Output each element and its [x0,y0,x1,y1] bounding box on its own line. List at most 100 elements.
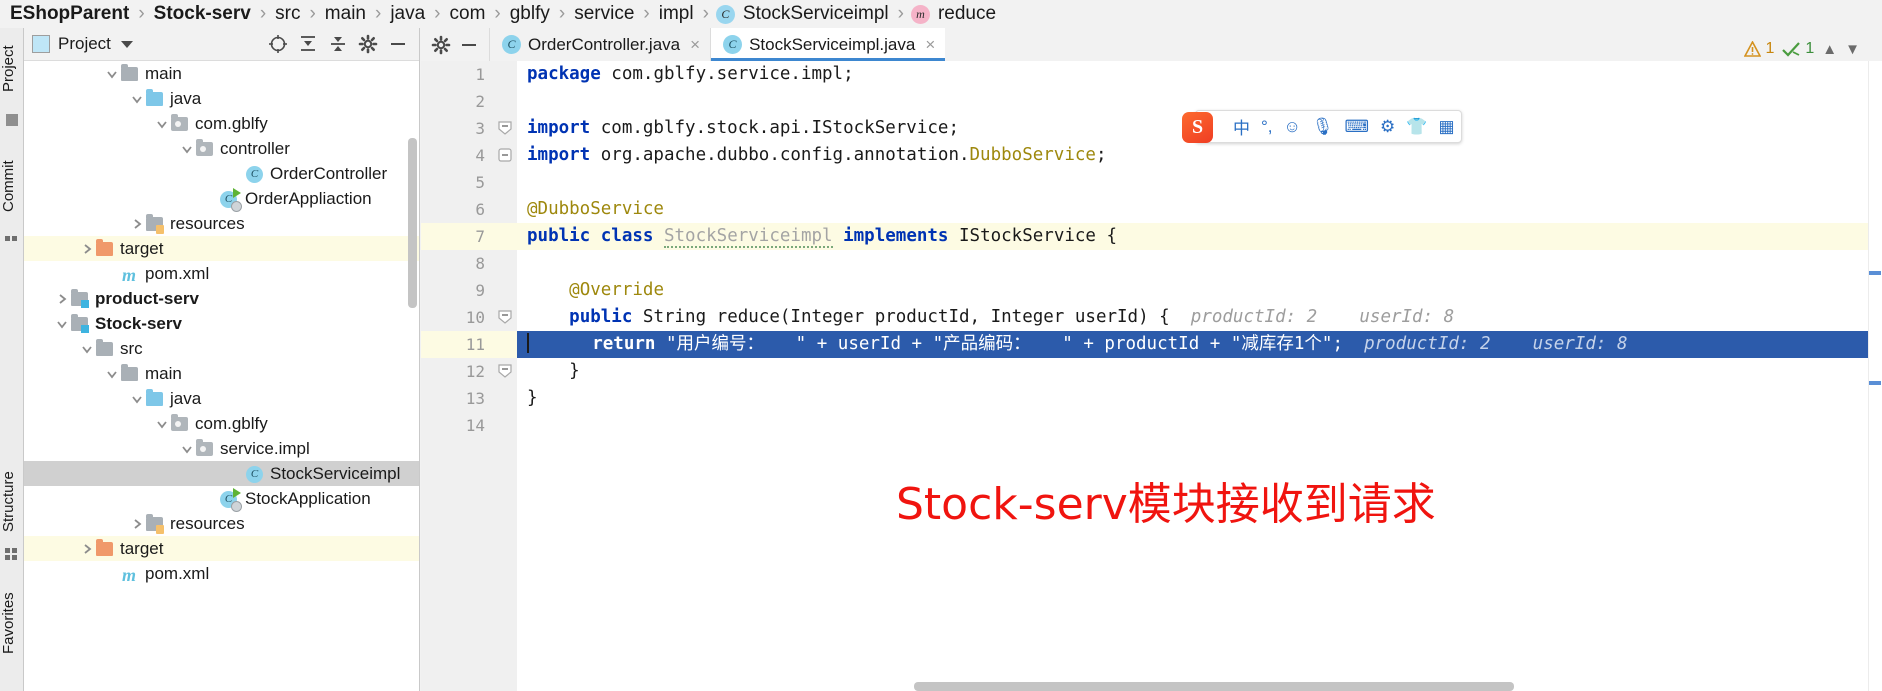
chevron-right-icon[interactable] [79,241,95,257]
gutter-line-8[interactable]: 8 [421,250,493,277]
chevron-down-icon[interactable] [54,316,70,332]
code-line-4[interactable]: import org.apache.dubbo.config.annotatio… [517,142,1882,169]
editor-gutter[interactable]: 12345678910I11121314 [421,61,537,691]
code-line-8[interactable] [517,250,1882,277]
chevron-right-icon[interactable] [54,291,70,307]
tool-window-button-favorites[interactable]: Favorites [0,573,24,673]
chevron-right-icon[interactable] [129,516,145,532]
fold-row-5[interactable] [493,169,517,196]
breadcrumb-item-impl[interactable]: impl [657,3,696,25]
fold-row-10[interactable] [493,304,517,331]
fold-row-11[interactable] [493,331,517,358]
tree-node-resources[interactable]: resources [24,511,419,536]
voice-input-icon[interactable]: 🎙 [1312,117,1334,137]
fold-row-12[interactable] [493,358,517,385]
tree-node-java[interactable]: java [24,86,419,111]
gear-icon[interactable] [355,31,381,57]
tree-node-com-gblfy[interactable]: com.gblfy [24,111,419,136]
editor-horizontal-scrollbar[interactable] [914,682,1514,691]
gutter-line-14[interactable]: 14 [421,412,493,439]
fold-region-icon[interactable] [497,120,513,136]
gutter-line-12[interactable]: 12 [421,358,493,385]
editor-tab-ordercontroller-java[interactable]: C OrderController.java × [489,28,710,61]
inspection-check-icon[interactable]: 1 [1782,40,1814,58]
breadcrumb-item-reduce[interactable]: m reduce [910,3,998,25]
punctuation-icon[interactable]: °, [1261,117,1273,137]
gutter-line-9[interactable]: 9 [421,277,493,304]
fold-row-3[interactable] [493,115,517,142]
gutter-line-3[interactable]: 3 [421,115,493,142]
tool-window-button-commit[interactable]: Commit [0,146,24,226]
fold-collapse-icon[interactable] [497,363,513,379]
apps-icon[interactable]: ▦ [1438,117,1454,137]
gutter-line-6[interactable]: 6 [421,196,493,223]
tree-node-target[interactable]: target [24,536,419,561]
chevron-down-icon[interactable] [154,116,170,132]
editor-marker-gutter[interactable] [1868,61,1882,691]
gutter-line-10[interactable]: 10I [421,304,537,331]
editor-code-column[interactable]: package com.gblfy.service.impl; import c… [517,61,1882,691]
tree-node-com-gblfy[interactable]: com.gblfy [24,411,419,436]
chevron-down-icon[interactable] [179,141,195,157]
warning-triangle-icon[interactable]: 1 [1744,40,1774,58]
hide-panel-icon[interactable] [385,31,411,57]
inspection-widget[interactable]: 1 1 ▲ ▼ [1744,40,1860,58]
fold-row-4[interactable] [493,142,517,169]
chevron-down-icon[interactable]: ▼ [1845,41,1860,58]
editor-tab-stockserviceimpl-java[interactable]: C StockServiceimpl.java × [710,28,946,61]
tree-node-src[interactable]: src [24,336,419,361]
gutter-line-1[interactable]: 1 [421,61,493,88]
editor-fold-column[interactable] [493,61,517,691]
toolbox-icon[interactable]: ⚙ [1380,117,1395,137]
keyboard-icon[interactable]: ⌨ [1344,117,1369,137]
fold-collapse-icon[interactable] [497,309,513,325]
chevron-up-icon[interactable]: ▲ [1822,41,1837,58]
code-line-10[interactable]: public String reduce(Integer productId, … [517,304,1882,331]
close-icon[interactable]: × [690,35,700,55]
gutter-line-7[interactable]: 7 [421,223,493,250]
project-panel-scrollbar[interactable] [408,138,417,308]
breadcrumb-item-src[interactable]: src [273,3,302,25]
chevron-right-icon[interactable] [79,541,95,557]
code-line-7[interactable]: public class StockServiceimpl implements… [517,223,1882,250]
marker-stripe[interactable] [1869,271,1881,275]
emoji-icon[interactable]: ☺ [1284,117,1301,137]
code-editor[interactable]: 12345678910I11121314 package com.gblfy.s… [421,61,1882,691]
project-tree[interactable]: main java com.gblfy controller C OrderControl… [24,61,419,691]
chevron-down-icon[interactable] [129,91,145,107]
expand-all-icon[interactable] [325,31,351,57]
breadcrumb-item-main[interactable]: main [323,3,368,25]
tree-node-service-impl[interactable]: service.impl [24,436,419,461]
chevron-down-icon[interactable] [120,40,133,48]
marker-stripe[interactable] [1869,381,1881,385]
tree-node-stockserviceimpl[interactable]: C StockServiceimpl [24,461,419,486]
code-line-1[interactable]: package com.gblfy.service.impl; [517,61,1882,88]
skin-icon[interactable]: 👕 [1406,117,1427,137]
close-icon[interactable]: × [925,35,935,55]
tree-node-stock-serv[interactable]: Stock-serv [24,311,419,336]
breadcrumb-item-java[interactable]: java [388,3,427,25]
fold-row-13[interactable] [493,385,517,412]
fold-row-6[interactable] [493,196,517,223]
gutter-line-4[interactable]: 4 [421,142,493,169]
tree-node-pom-xml[interactable]: m pom.xml [24,261,419,286]
code-line-14[interactable] [517,412,1882,439]
tree-node-main[interactable]: main [24,361,419,386]
gutter-line-2[interactable]: 2 [421,88,493,115]
fold-row-9[interactable] [493,277,517,304]
tree-node-stockapplication[interactable]: C StockApplication [24,486,419,512]
tool-window-button-project[interactable]: Project [0,34,24,104]
hide-editor-icon[interactable] [455,31,483,59]
fold-row-1[interactable] [493,61,517,88]
fold-row-14[interactable] [493,412,517,439]
breadcrumb-item-gblfy[interactable]: gblfy [508,3,552,25]
chevron-down-icon[interactable] [179,441,195,457]
code-line-5[interactable] [517,169,1882,196]
tree-node-controller[interactable]: controller [24,136,419,161]
ime-floating-toolbar[interactable]: S 中 °, ☺ 🎙 ⌨ ⚙ 👕 ▦ [1182,110,1462,143]
chevron-down-icon[interactable] [104,66,120,82]
fold-row-8[interactable] [493,250,517,277]
gutter-line-13[interactable]: 13 [421,385,493,412]
code-line-6[interactable]: @DubboService [517,196,1882,223]
breadcrumb-item-stock-serv[interactable]: Stock-serv [152,3,253,25]
